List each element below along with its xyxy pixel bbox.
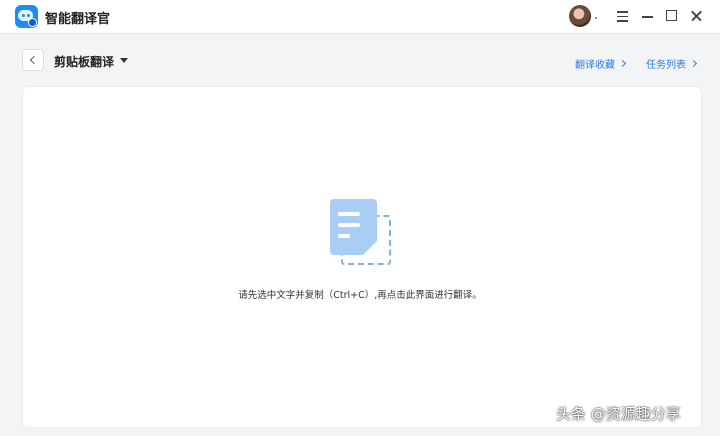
instruction-text: 请先选中文字并复制（Ctrl+C）,再点击此界面进行翻译。 [238, 290, 482, 301]
app-logo-icon [15, 5, 38, 28]
document-clipboard-icon [329, 198, 395, 268]
favorites-link[interactable]: 翻译收藏 [575, 56, 627, 71]
minimize-icon[interactable] [639, 7, 657, 25]
avatar-status-dot [595, 17, 597, 19]
watermark: 头条 @资源趣分享 [556, 405, 681, 423]
favorites-link-label: 翻译收藏 [575, 60, 615, 71]
close-icon[interactable] [688, 7, 706, 25]
app-title: 智能翻译官 [45, 12, 111, 27]
menu-icon[interactable] [614, 7, 632, 25]
back-button[interactable] [22, 49, 44, 71]
maximize-icon[interactable] [663, 7, 681, 25]
chevron-right-icon [618, 59, 627, 68]
user-avatar[interactable] [569, 5, 591, 27]
caret-down-icon[interactable] [120, 58, 128, 63]
task-list-link-label: 任务列表 [646, 60, 686, 71]
task-list-link[interactable]: 任务列表 [646, 56, 698, 71]
chevron-right-icon [689, 59, 698, 68]
page-title[interactable]: 剪贴板翻译 [54, 53, 114, 70]
title-bar: 智能翻译官 [0, 0, 720, 34]
chevron-left-icon [29, 55, 39, 65]
